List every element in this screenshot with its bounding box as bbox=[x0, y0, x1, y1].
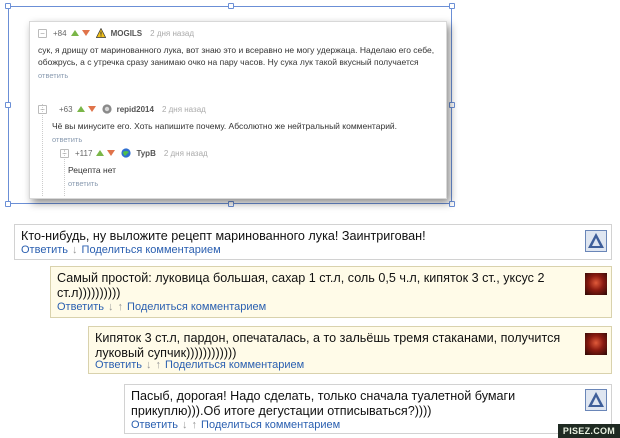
comment-rating: +63 bbox=[59, 104, 73, 114]
comment-text: Кипяток 3 ст.л, пардон, опечаталась, а т… bbox=[95, 331, 561, 360]
collapse-button[interactable]: − bbox=[38, 28, 47, 38]
comment-actions: Ответить ↓ ↑ Поделиться комментарием bbox=[57, 301, 266, 313]
downvote-icon[interactable] bbox=[81, 30, 90, 36]
resize-handle-tr[interactable] bbox=[449, 3, 455, 9]
share-comment-link[interactable]: Поделиться комментарием bbox=[82, 244, 221, 256]
comment-text: Пасыб, дорогая! Надо сделать, только сна… bbox=[131, 389, 516, 418]
resize-handle-ml[interactable] bbox=[5, 102, 11, 108]
avatar-gear-icon bbox=[101, 104, 112, 114]
comment-actions: Ответить ↓ ↑ Поделиться комментарием bbox=[131, 419, 340, 431]
arrow-down-icon[interactable]: ↓ bbox=[182, 419, 188, 431]
upvote-icon[interactable] bbox=[70, 30, 79, 36]
comment-date: 2 дня назад bbox=[163, 148, 208, 158]
resize-handle-br[interactable] bbox=[449, 201, 455, 207]
comment-text: Самый простой: луковица большая, сахар 1… bbox=[57, 271, 545, 300]
comment-actions: Ответить ↓ Поделиться комментарием bbox=[21, 244, 221, 256]
comment-actions: Ответить ↓ ↑ Поделиться комментарием bbox=[95, 359, 304, 371]
comment-text: сук, я дрищу от маринованного лука, вот … bbox=[38, 45, 435, 67]
reply-link[interactable]: ответить bbox=[38, 71, 438, 80]
comment-author[interactable]: MOGILS bbox=[111, 29, 143, 38]
arrow-up-icon[interactable]: ↑ bbox=[118, 301, 124, 313]
resize-handle-bc[interactable] bbox=[228, 201, 234, 207]
reply-link[interactable]: ответить bbox=[60, 179, 438, 188]
comment-text: Чё вы минусите его. Хоть напишите почему… bbox=[52, 121, 398, 131]
collapse-button[interactable]: − bbox=[38, 104, 47, 114]
comment-author[interactable]: TypB bbox=[136, 149, 155, 158]
image-selection-frame[interactable]: − +84 MOGILS 2 дня назад сук, я дрищу от… bbox=[5, 3, 455, 207]
resize-handle-bl[interactable] bbox=[5, 201, 11, 207]
pikabu-comment: − +84 MOGILS 2 дня назад сук, я дрищу от… bbox=[38, 26, 438, 80]
share-comment-link[interactable]: Поделиться комментарием bbox=[127, 301, 266, 313]
comment-date: 2 дня назад bbox=[161, 104, 206, 114]
red-avatar bbox=[585, 333, 607, 355]
reply-link[interactable]: ответить bbox=[38, 135, 438, 144]
comment-author[interactable]: repid2014 bbox=[117, 105, 154, 114]
reply-link[interactable]: Ответить bbox=[131, 419, 178, 431]
forum-comment: Кто-нибудь, ну выложите рецепт маринован… bbox=[14, 224, 612, 260]
share-comment-link[interactable]: Поделиться комментарием bbox=[201, 419, 340, 431]
comment-text: Кто-нибудь, ну выложите рецепт маринован… bbox=[21, 229, 426, 243]
forum-comment: Пасыб, дорогая! Надо сделать, только сна… bbox=[124, 384, 612, 434]
reply-link[interactable]: Ответить bbox=[57, 301, 104, 313]
share-comment-link[interactable]: Поделиться комментарием bbox=[165, 359, 304, 371]
resize-handle-tc[interactable] bbox=[228, 3, 234, 9]
blue-logo-avatar bbox=[585, 389, 607, 411]
comment-text: Рецепта нет bbox=[68, 165, 117, 175]
reply-link[interactable]: Ответить bbox=[95, 359, 142, 371]
arrow-up-icon[interactable]: ↑ bbox=[156, 359, 162, 371]
arrow-down-icon[interactable]: ↓ bbox=[72, 244, 78, 256]
arrow-down-icon[interactable]: ↓ bbox=[146, 359, 152, 371]
upvote-icon[interactable] bbox=[96, 150, 105, 156]
comment-rating: +117 bbox=[75, 148, 93, 158]
comment-rating: +84 bbox=[53, 28, 67, 38]
avatar-globe-icon bbox=[121, 148, 132, 158]
warning-icon bbox=[95, 28, 106, 38]
forum-comment: Самый простой: луковица большая, сахар 1… bbox=[50, 266, 612, 318]
resize-handle-tl[interactable] bbox=[5, 3, 11, 9]
reply-link[interactable]: Ответить bbox=[21, 244, 68, 256]
forum-comment: Кипяток 3 ст.л, пардон, опечаталась, а т… bbox=[88, 326, 612, 374]
upvote-icon[interactable] bbox=[76, 106, 85, 112]
downvote-icon[interactable] bbox=[107, 150, 116, 156]
pikabu-comment: − +63 repid2014 2 дня назад Чё вы минуси… bbox=[38, 102, 438, 144]
red-avatar bbox=[585, 273, 607, 295]
arrow-down-icon[interactable]: ↓ bbox=[108, 301, 114, 313]
arrow-up-icon[interactable]: ↑ bbox=[192, 419, 198, 431]
watermark: PISEZ.COM bbox=[558, 424, 620, 438]
downvote-icon[interactable] bbox=[87, 106, 96, 112]
resize-handle-mr[interactable] bbox=[449, 102, 455, 108]
blue-logo-avatar bbox=[585, 230, 607, 252]
comment-date: 2 дня назад bbox=[150, 28, 195, 38]
pikabu-comment: − +117 TypB 2 дня назад Рецепта нет отве… bbox=[60, 146, 438, 188]
pikabu-comments-card: − +84 MOGILS 2 дня назад сук, я дрищу от… bbox=[29, 21, 447, 199]
collapse-button[interactable]: − bbox=[60, 148, 69, 158]
